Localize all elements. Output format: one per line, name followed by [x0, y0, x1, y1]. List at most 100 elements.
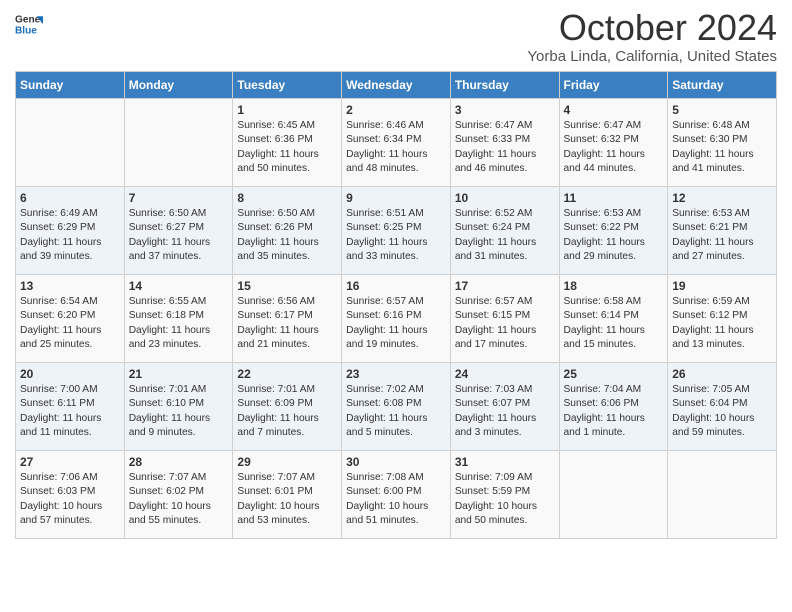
calendar-cell: 13 Sunrise: 6:54 AM Sunset: 6:20 PM Dayli…	[16, 275, 125, 363]
day-content: Sunrise: 7:04 AM Sunset: 6:06 PM Dayligh…	[564, 383, 664, 440]
calendar-cell	[16, 99, 125, 187]
day-content: Sunrise: 6:55 AM Sunset: 6:18 PM Dayligh…	[129, 295, 229, 352]
day-header-wednesday: Wednesday	[342, 72, 451, 99]
calendar-table: SundayMondayTuesdayWednesdayThursdayFrid…	[15, 71, 777, 539]
day-content: Sunrise: 7:01 AM Sunset: 6:10 PM Dayligh…	[129, 383, 229, 440]
day-content: Sunrise: 6:49 AM Sunset: 6:29 PM Dayligh…	[20, 207, 120, 264]
location: Yorba Linda, California, United States	[527, 48, 777, 65]
calendar-cell: 16 Sunrise: 6:57 AM Sunset: 6:16 PM Dayli…	[342, 275, 451, 363]
day-content: Sunrise: 6:53 AM Sunset: 6:22 PM Dayligh…	[564, 207, 664, 264]
day-content: Sunrise: 6:50 AM Sunset: 6:26 PM Dayligh…	[237, 207, 337, 264]
day-content: Sunrise: 7:03 AM Sunset: 6:07 PM Dayligh…	[455, 383, 555, 440]
calendar-cell: 30 Sunrise: 7:08 AM Sunset: 6:00 PM Dayli…	[342, 451, 451, 539]
day-number: 30	[346, 455, 446, 469]
day-number: 10	[455, 191, 555, 205]
day-number: 3	[455, 103, 555, 117]
day-content: Sunrise: 6:46 AM Sunset: 6:34 PM Dayligh…	[346, 119, 446, 176]
day-content: Sunrise: 6:57 AM Sunset: 6:16 PM Dayligh…	[346, 295, 446, 352]
day-content: Sunrise: 7:08 AM Sunset: 6:00 PM Dayligh…	[346, 471, 446, 528]
calendar-cell: 1Sunrise: 6:45 AM Sunset: 6:36 PM Daylig…	[233, 99, 342, 187]
day-number: 19	[672, 279, 772, 293]
calendar-cell: 12Sunrise: 6:53 AM Sunset: 6:21 PM Dayli…	[668, 187, 777, 275]
day-number: 21	[129, 367, 229, 381]
day-number: 26	[672, 367, 772, 381]
week-row-2: 6Sunrise: 6:49 AM Sunset: 6:29 PM Daylig…	[16, 187, 777, 275]
day-number: 24	[455, 367, 555, 381]
title-block: October 2024 Yorba Linda, California, Un…	[527, 10, 777, 65]
calendar-cell: 15Sunrise: 6:56 AM Sunset: 6:17 PM Dayli…	[233, 275, 342, 363]
day-number: 18	[564, 279, 664, 293]
day-content: Sunrise: 7:00 AM Sunset: 6:11 PM Dayligh…	[20, 383, 120, 440]
day-content: Sunrise: 6:48 AM Sunset: 6:30 PM Dayligh…	[672, 119, 772, 176]
calendar-cell: 25 Sunrise: 7:04 AM Sunset: 6:06 PM Dayli…	[559, 363, 668, 451]
week-row-5: 27 Sunrise: 7:06 AM Sunset: 6:03 PM Dayli…	[16, 451, 777, 539]
day-content: Sunrise: 6:54 AM Sunset: 6:20 PM Dayligh…	[20, 295, 120, 352]
day-header-thursday: Thursday	[450, 72, 559, 99]
day-header-saturday: Saturday	[668, 72, 777, 99]
calendar-cell	[124, 99, 233, 187]
calendar-cell: 19 Sunrise: 6:59 AM Sunset: 6:12 PM Dayli…	[668, 275, 777, 363]
day-content: Sunrise: 7:07 AM Sunset: 6:01 PM Dayligh…	[237, 471, 337, 528]
calendar-cell: 14 Sunrise: 6:55 AM Sunset: 6:18 PM Dayli…	[124, 275, 233, 363]
calendar-cell: 22Sunrise: 7:01 AM Sunset: 6:09 PM Dayli…	[233, 363, 342, 451]
day-number: 31	[455, 455, 555, 469]
day-content: Sunrise: 6:59 AM Sunset: 6:12 PM Dayligh…	[672, 295, 772, 352]
calendar-cell	[559, 451, 668, 539]
week-row-4: 20 Sunrise: 7:00 AM Sunset: 6:11 PM Dayli…	[16, 363, 777, 451]
day-content: Sunrise: 7:09 AM Sunset: 5:59 PM Dayligh…	[455, 471, 555, 528]
day-number: 28	[129, 455, 229, 469]
day-header-tuesday: Tuesday	[233, 72, 342, 99]
calendar-cell: 3 Sunrise: 6:47 AM Sunset: 6:33 PM Daylig…	[450, 99, 559, 187]
calendar-cell: 7 Sunrise: 6:50 AM Sunset: 6:27 PM Daylig…	[124, 187, 233, 275]
day-header-monday: Monday	[124, 72, 233, 99]
calendar-cell: 8 Sunrise: 6:50 AM Sunset: 6:26 PM Daylig…	[233, 187, 342, 275]
day-content: Sunrise: 6:58 AM Sunset: 6:14 PM Dayligh…	[564, 295, 664, 352]
day-content: Sunrise: 7:06 AM Sunset: 6:03 PM Dayligh…	[20, 471, 120, 528]
day-number: 7	[129, 191, 229, 205]
calendar-cell: 17 Sunrise: 6:57 AM Sunset: 6:15 PM Dayli…	[450, 275, 559, 363]
day-number: 4	[564, 103, 664, 117]
svg-text:General: General	[15, 14, 43, 25]
calendar-cell: 5 Sunrise: 6:48 AM Sunset: 6:30 PM Daylig…	[668, 99, 777, 187]
day-number: 8	[237, 191, 337, 205]
day-header-friday: Friday	[559, 72, 668, 99]
day-number: 14	[129, 279, 229, 293]
day-number: 11	[564, 191, 664, 205]
day-content: Sunrise: 6:53 AM Sunset: 6:21 PM Dayligh…	[672, 207, 772, 264]
calendar-cell: 23 Sunrise: 7:02 AM Sunset: 6:08 PM Dayli…	[342, 363, 451, 451]
day-content: Sunrise: 6:45 AM Sunset: 6:36 PM Dayligh…	[237, 119, 337, 176]
svg-text:Blue: Blue	[15, 25, 37, 36]
calendar-cell: 31 Sunrise: 7:09 AM Sunset: 5:59 PM Dayli…	[450, 451, 559, 539]
calendar-cell: 21 Sunrise: 7:01 AM Sunset: 6:10 PM Dayli…	[124, 363, 233, 451]
calendar-cell: 10Sunrise: 6:52 AM Sunset: 6:24 PM Dayli…	[450, 187, 559, 275]
calendar-cell: 24 Sunrise: 7:03 AM Sunset: 6:07 PM Dayli…	[450, 363, 559, 451]
day-number: 5	[672, 103, 772, 117]
calendar-cell: 28Sunrise: 7:07 AM Sunset: 6:02 PM Dayli…	[124, 451, 233, 539]
week-row-3: 13 Sunrise: 6:54 AM Sunset: 6:20 PM Dayli…	[16, 275, 777, 363]
calendar-cell: 11 Sunrise: 6:53 AM Sunset: 6:22 PM Dayli…	[559, 187, 668, 275]
day-content: Sunrise: 6:47 AM Sunset: 6:33 PM Dayligh…	[455, 119, 555, 176]
day-number: 16	[346, 279, 446, 293]
page-header: General Blue October 2024 Yorba Linda, C…	[15, 10, 777, 65]
day-content: Sunrise: 6:50 AM Sunset: 6:27 PM Dayligh…	[129, 207, 229, 264]
day-number: 25	[564, 367, 664, 381]
day-number: 27	[20, 455, 120, 469]
day-number: 13	[20, 279, 120, 293]
calendar-cell: 6Sunrise: 6:49 AM Sunset: 6:29 PM Daylig…	[16, 187, 125, 275]
day-content: Sunrise: 6:47 AM Sunset: 6:32 PM Dayligh…	[564, 119, 664, 176]
day-number: 20	[20, 367, 120, 381]
day-number: 2	[346, 103, 446, 117]
day-content: Sunrise: 6:57 AM Sunset: 6:15 PM Dayligh…	[455, 295, 555, 352]
day-header-sunday: Sunday	[16, 72, 125, 99]
calendar-cell: 20 Sunrise: 7:00 AM Sunset: 6:11 PM Dayli…	[16, 363, 125, 451]
logo: General Blue	[15, 10, 43, 38]
day-number: 9	[346, 191, 446, 205]
day-number: 17	[455, 279, 555, 293]
calendar-cell: 9Sunrise: 6:51 AM Sunset: 6:25 PM Daylig…	[342, 187, 451, 275]
calendar-cell: 26 Sunrise: 7:05 AM Sunset: 6:04 PM Dayli…	[668, 363, 777, 451]
day-content: Sunrise: 7:02 AM Sunset: 6:08 PM Dayligh…	[346, 383, 446, 440]
day-content: Sunrise: 7:05 AM Sunset: 6:04 PM Dayligh…	[672, 383, 772, 440]
calendar-cell: 29Sunrise: 7:07 AM Sunset: 6:01 PM Dayli…	[233, 451, 342, 539]
day-number: 23	[346, 367, 446, 381]
day-number: 22	[237, 367, 337, 381]
